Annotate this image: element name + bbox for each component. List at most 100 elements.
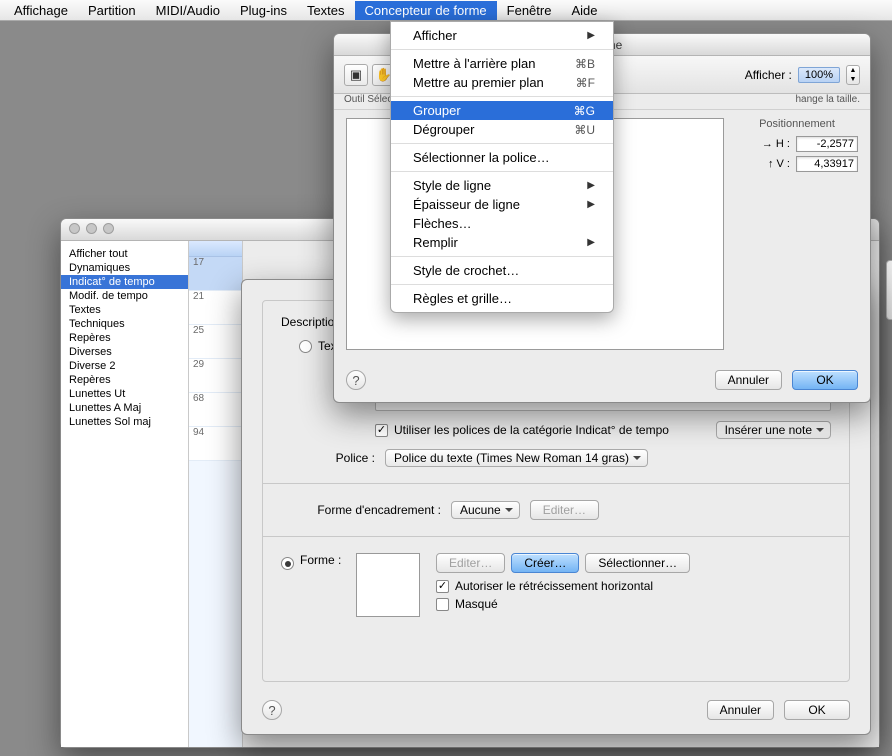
front-ok-button[interactable]: OK: [792, 370, 858, 390]
submenu-arrow-icon: ▶: [587, 30, 595, 41]
autoriser-checkbox[interactable]: [436, 580, 449, 593]
menu-concepteur-de-forme[interactable]: Concepteur de forme: [355, 1, 497, 20]
forme-create-button[interactable]: Créer…: [511, 553, 579, 573]
h-input[interactable]: [796, 136, 858, 152]
sidebar-item[interactable]: Repères: [61, 331, 188, 345]
line-number-list[interactable]: 172125296894: [189, 241, 243, 747]
help-button[interactable]: ?: [262, 700, 282, 720]
front-cancel-button[interactable]: Annuler: [715, 370, 782, 390]
menu-item-style-de-ligne[interactable]: Style de ligne▶: [391, 176, 613, 195]
menu-item-afficher[interactable]: Afficher ▶: [391, 26, 613, 45]
traffic-lights[interactable]: [69, 223, 114, 234]
menu-separator: [391, 143, 613, 144]
forme-controls: Editer… Créer… Sélectionner… Autoriser l…: [436, 553, 690, 611]
sidebar-item[interactable]: Techniques: [61, 317, 188, 331]
sidebar-item[interactable]: Diverses: [61, 345, 188, 359]
submenu-arrow-icon: ▶: [587, 199, 595, 210]
menu-separator: [391, 284, 613, 285]
middle-cancel-button[interactable]: Annuler: [707, 700, 774, 720]
menu-item-label: Épaisseur de ligne: [413, 197, 579, 212]
positioning-title: Positionnement: [736, 118, 858, 130]
category-sidebar[interactable]: Afficher toutDynamiquesIndicat° de tempo…: [61, 241, 189, 747]
sidebar-item[interactable]: Indicat° de tempo: [61, 275, 188, 289]
sidebar-item[interactable]: Textes: [61, 303, 188, 317]
v-input[interactable]: [796, 156, 858, 172]
line-number[interactable]: 25: [189, 325, 242, 359]
forme-edit-button[interactable]: Editer…: [436, 553, 505, 573]
menu-item-mettre-l-arri-re-plan[interactable]: Mettre à l'arrière plan⌘B: [391, 54, 613, 73]
sidebar-item[interactable]: Lunettes Sol maj: [61, 415, 188, 429]
tool-caption-left: Outil Sélec: [344, 94, 392, 105]
zoom-field[interactable]: 100%: [798, 67, 840, 83]
menu-item-fl-ches-[interactable]: Flèches…: [391, 214, 613, 233]
menu-aide[interactable]: Aide: [561, 1, 607, 20]
menu-item-label: Flèches…: [413, 216, 595, 231]
sidebar-item[interactable]: Repères: [61, 373, 188, 387]
forme-select-button[interactable]: Sélectionner…: [585, 553, 690, 573]
tool-select-icon[interactable]: ▣: [344, 64, 368, 86]
sidebar-item[interactable]: Dynamiques: [61, 261, 188, 275]
line-number[interactable]: 21: [189, 291, 242, 325]
v-label: ↑ V :: [768, 158, 790, 170]
masque-checkbox[interactable]: [436, 598, 449, 611]
menu-item-label: Style de crochet…: [413, 263, 595, 278]
menu-item-label: Style de ligne: [413, 178, 579, 193]
encadrement-popup[interactable]: Aucune: [451, 501, 520, 519]
menu-item--paisseur-de-ligne[interactable]: Épaisseur de ligne ▶: [391, 195, 613, 214]
police-label: Police :: [321, 451, 375, 465]
menu-shortcut: ⌘B: [575, 57, 595, 71]
sidebar-item[interactable]: Lunettes A Maj: [61, 401, 188, 415]
menu-item-mettre-au-premier-plan[interactable]: Mettre au premier plan⌘F: [391, 73, 613, 92]
menu-fen-tre[interactable]: Fenêtre: [497, 1, 562, 20]
submenu-arrow-icon: ▶: [587, 237, 595, 248]
menu-item-label: Remplir: [413, 235, 579, 250]
minimize-icon[interactable]: [86, 223, 97, 234]
menu-shortcut: ⌘F: [576, 76, 595, 90]
menu-midi-audio[interactable]: MIDI/Audio: [146, 1, 230, 20]
separator-2: [263, 536, 849, 537]
texte-radio[interactable]: [299, 340, 312, 353]
use-category-font-checkbox[interactable]: [375, 424, 388, 437]
menu-item-remplir[interactable]: Remplir ▶: [391, 233, 613, 252]
line-number[interactable]: 94: [189, 427, 242, 461]
sidebar-item[interactable]: Lunettes Ut: [61, 387, 188, 401]
menu-item-grouper[interactable]: Grouper ⌘G: [391, 101, 613, 120]
insert-note-popup[interactable]: Insérer une note: [716, 421, 831, 439]
police-popup[interactable]: Police du texte (Times New Roman 14 gras…: [385, 449, 648, 467]
forme-label: Forme :: [300, 553, 356, 567]
h-label: → H :: [762, 138, 790, 150]
window-edge-handle[interactable]: [886, 260, 892, 320]
encadrement-label: Forme d'encadrement :: [281, 503, 441, 517]
separator: [263, 483, 849, 484]
sidebar-item[interactable]: Modif. de tempo: [61, 289, 188, 303]
encadrement-edit-button[interactable]: Editer…: [530, 500, 599, 520]
menu-item-d-grouper[interactable]: Dégrouper⌘U: [391, 120, 613, 139]
menu-textes[interactable]: Textes: [297, 1, 355, 20]
menu-item-style-de-crochet-[interactable]: Style de crochet…: [391, 261, 613, 280]
concepteur-dropdown[interactable]: Afficher ▶ Mettre à l'arrière plan⌘BMettre…: [390, 21, 614, 313]
close-icon[interactable]: [69, 223, 80, 234]
line-number[interactable]: 29: [189, 359, 242, 393]
forme-radio[interactable]: [281, 557, 294, 570]
zoom-stepper[interactable]: ▲▼: [846, 65, 860, 85]
menu-shortcut: ⌘G: [574, 104, 595, 118]
autoriser-label: Autoriser le rétrécissement horizontal: [455, 579, 653, 593]
menu-affichage[interactable]: Affichage: [4, 1, 78, 20]
menubar: AffichagePartitionMIDI/AudioPlug-insText…: [0, 0, 892, 21]
line-number[interactable]: 17: [189, 257, 242, 291]
line-number[interactable]: 68: [189, 393, 242, 427]
menu-partition[interactable]: Partition: [78, 1, 146, 20]
menu-item-r-gles-et-grille-[interactable]: Règles et grille…: [391, 289, 613, 308]
front-help-button[interactable]: ?: [346, 370, 366, 390]
menu-item-label: Afficher: [413, 28, 579, 43]
menu-item-label: Sélectionner la police…: [413, 150, 595, 165]
zoom-icon[interactable]: [103, 223, 114, 234]
sidebar-item[interactable]: Diverse 2: [61, 359, 188, 373]
menu-plug-ins[interactable]: Plug-ins: [230, 1, 297, 20]
menu-separator: [391, 96, 613, 97]
menu-item-label: Grouper: [413, 103, 566, 118]
menu-item-s-lectionner-la-police-[interactable]: Sélectionner la police…: [391, 148, 613, 167]
line-list-header: [189, 241, 242, 257]
middle-ok-button[interactable]: OK: [784, 700, 850, 720]
sidebar-item[interactable]: Afficher tout: [61, 247, 188, 261]
